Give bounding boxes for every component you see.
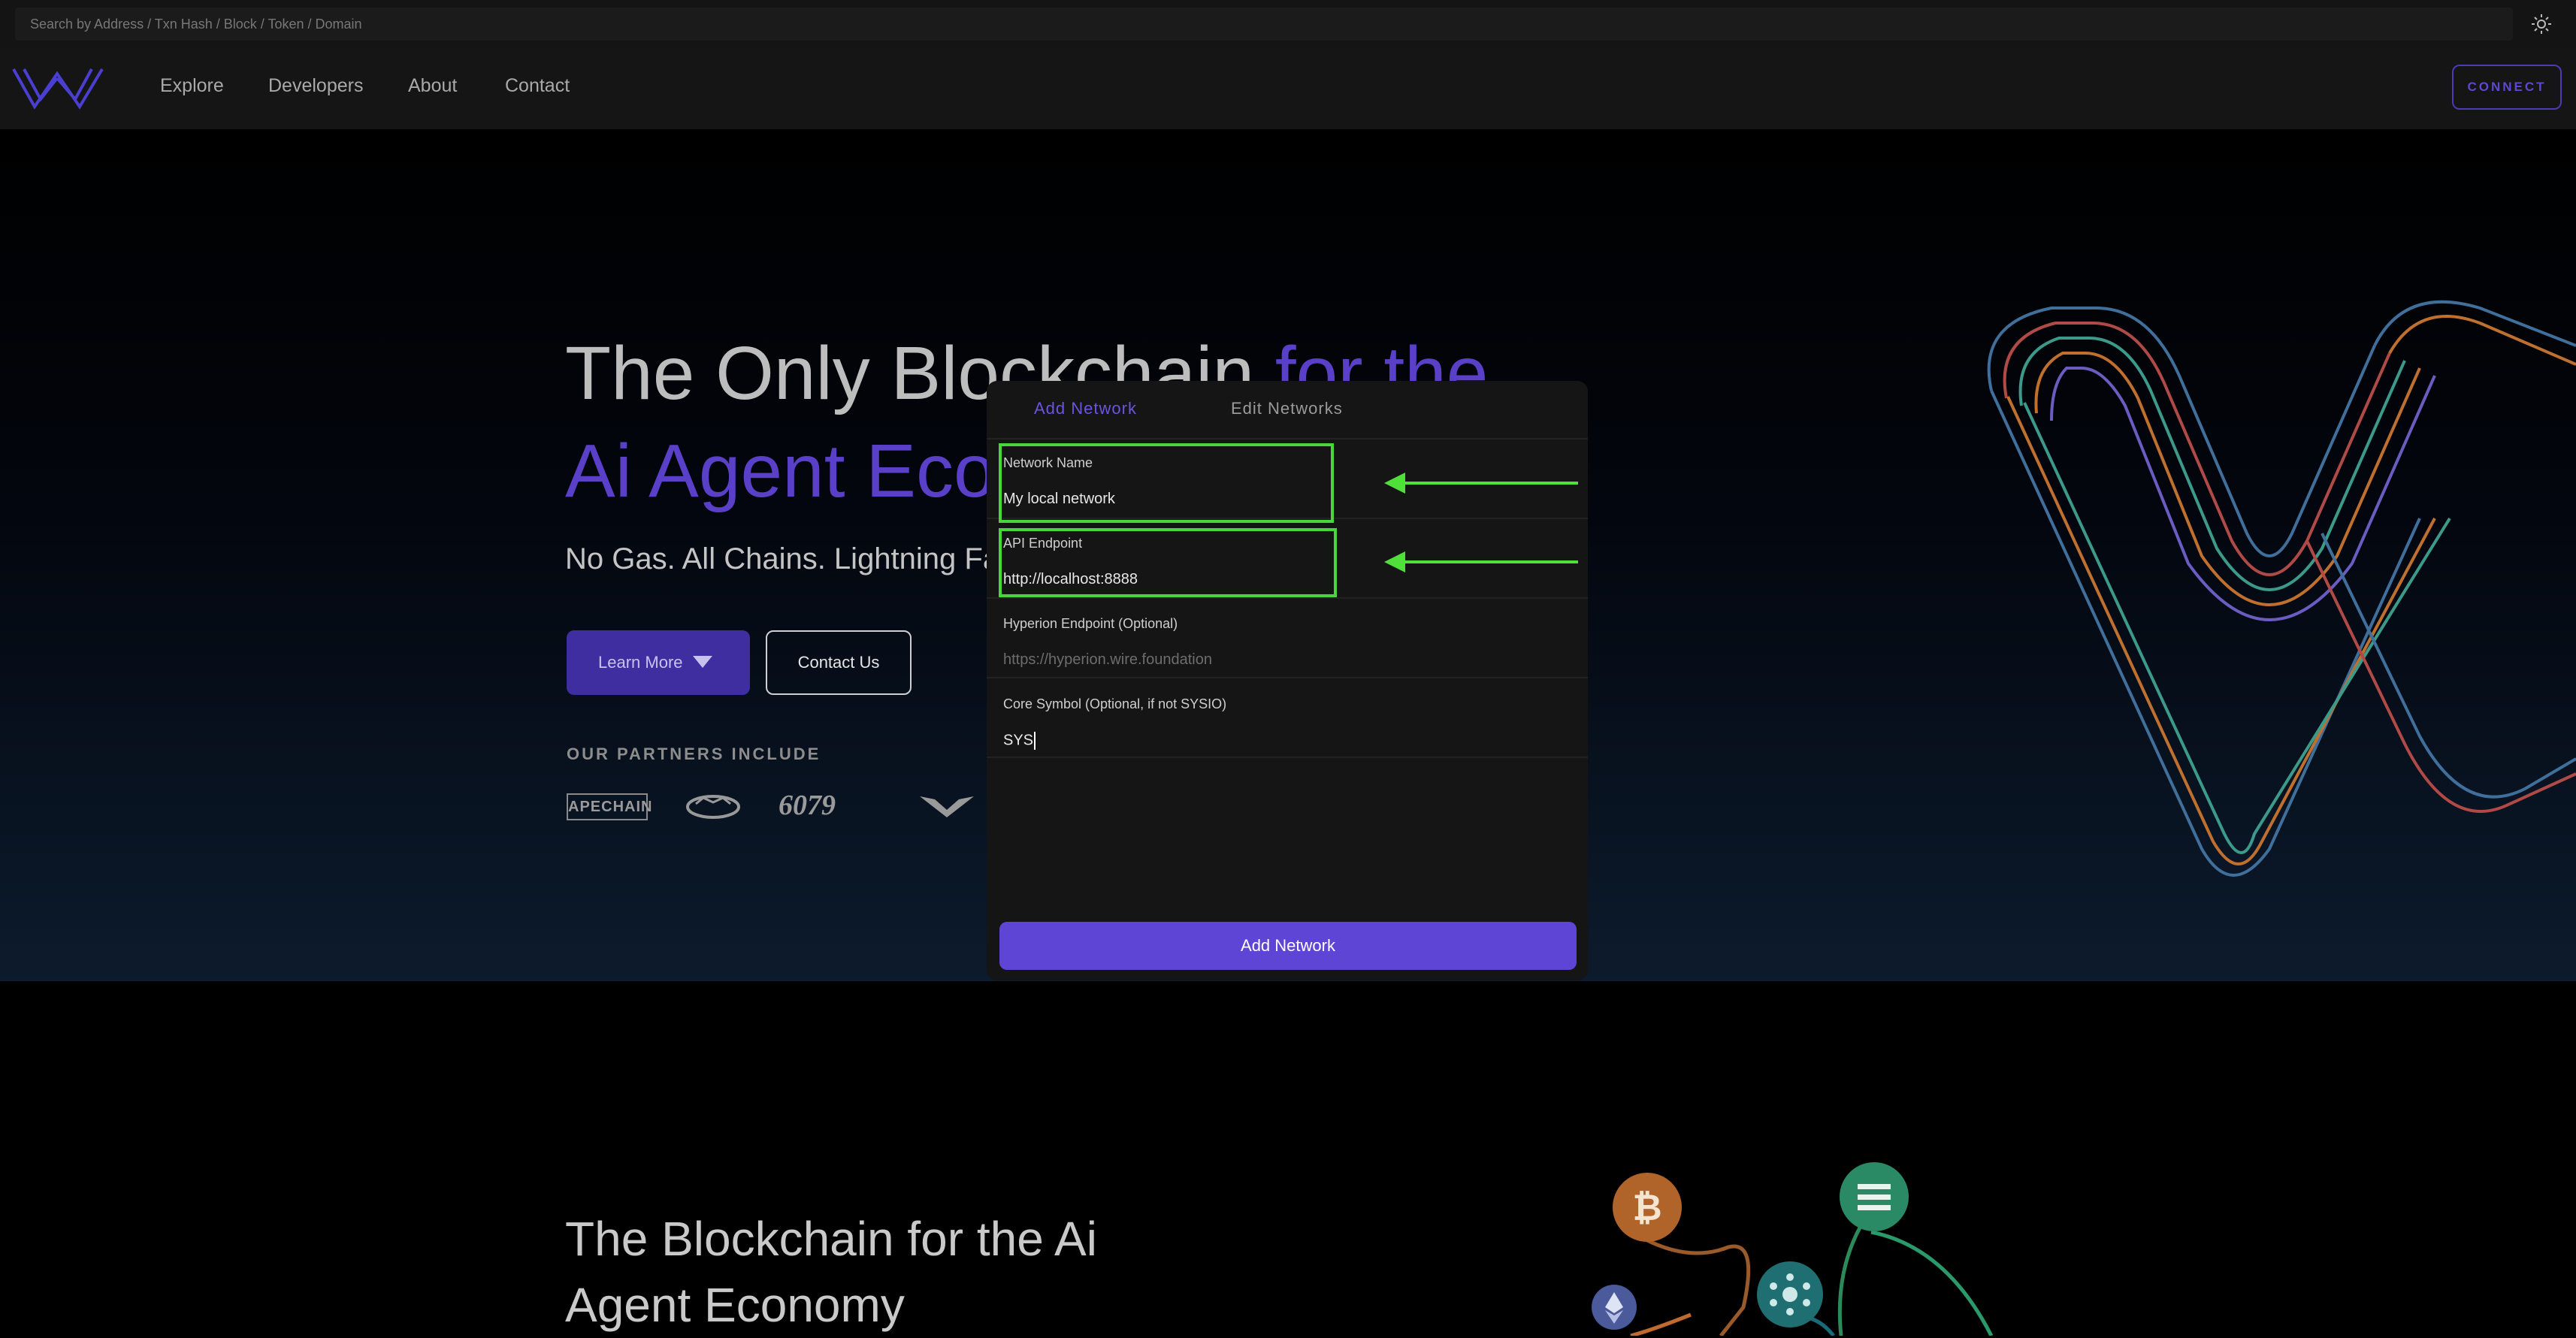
section-title: The Blockchain for the Ai Agent Economy — [565, 1212, 1097, 1332]
solana-icon — [1840, 1162, 1909, 1231]
highlight-api-endpoint — [999, 528, 1337, 597]
caret-down-icon — [693, 656, 712, 668]
core-symbol-row — [987, 678, 1588, 758]
partner-logo-crown-icon — [686, 795, 740, 819]
tab-add-network[interactable]: Add Network — [1034, 399, 1137, 418]
nav-explore[interactable]: Explore — [160, 75, 224, 97]
bitcoin-icon: ₿ — [1613, 1173, 1682, 1242]
core-symbol-label: Core Symbol (Optional, if not SYSIO) — [1003, 696, 1227, 711]
hyperion-endpoint-label: Hyperion Endpoint (Optional) — [1003, 616, 1178, 631]
nav-contact[interactable]: Contact — [505, 75, 570, 97]
main-nav — [0, 48, 2576, 130]
chain-network-illustration: ₿ — [1592, 1162, 1994, 1336]
arrow-api-endpoint-icon — [1384, 551, 1405, 572]
text-cursor — [1034, 732, 1036, 750]
arrow-api-endpoint-shaft — [1404, 560, 1578, 563]
highlight-network-name — [999, 443, 1334, 523]
nav-developers[interactable]: Developers — [268, 75, 363, 97]
decorative-wire-logo-icon — [1987, 300, 2576, 877]
core-symbol-input[interactable]: SYS — [1003, 732, 1036, 750]
wire-logo-icon[interactable] — [11, 63, 105, 113]
arrow-network-name-shaft — [1404, 482, 1578, 485]
cardano-icon — [1757, 1261, 1823, 1327]
hyperion-endpoint-input[interactable]: https://hyperion.wire.foundation — [1003, 651, 1212, 669]
partner-logo-6079: 6079 — [779, 790, 836, 821]
partner-logo-wings-icon — [920, 796, 974, 817]
hero-subtitle: No Gas. All Chains. Lightning Fa — [565, 542, 1000, 575]
arrow-network-name-icon — [1384, 473, 1405, 494]
svg-text:₿: ₿ — [1632, 1187, 1661, 1229]
core-symbol-value: SYS — [1003, 732, 1034, 749]
nav-about[interactable]: About — [408, 75, 457, 97]
tab-edit-networks[interactable]: Edit Networks — [1231, 399, 1343, 418]
search-input[interactable]: Search by Address / Txn Hash / Block / T… — [15, 8, 2513, 41]
connect-button[interactable]: CONNECT — [2452, 65, 2562, 110]
ethereum-icon — [1592, 1285, 1637, 1330]
contact-us-button[interactable]: Contact Us — [766, 630, 912, 695]
partner-logo-apechain: APECHAIN — [567, 793, 652, 820]
add-network-button[interactable]: Add Network — [999, 922, 1577, 970]
hero-title-line2: Ai Agent Econ — [565, 429, 1038, 513]
learn-more-button[interactable]: Learn More — [567, 630, 750, 695]
partners-title: OUR PARTNERS INCLUDE — [567, 745, 821, 763]
sun-icon[interactable] — [2531, 14, 2552, 35]
